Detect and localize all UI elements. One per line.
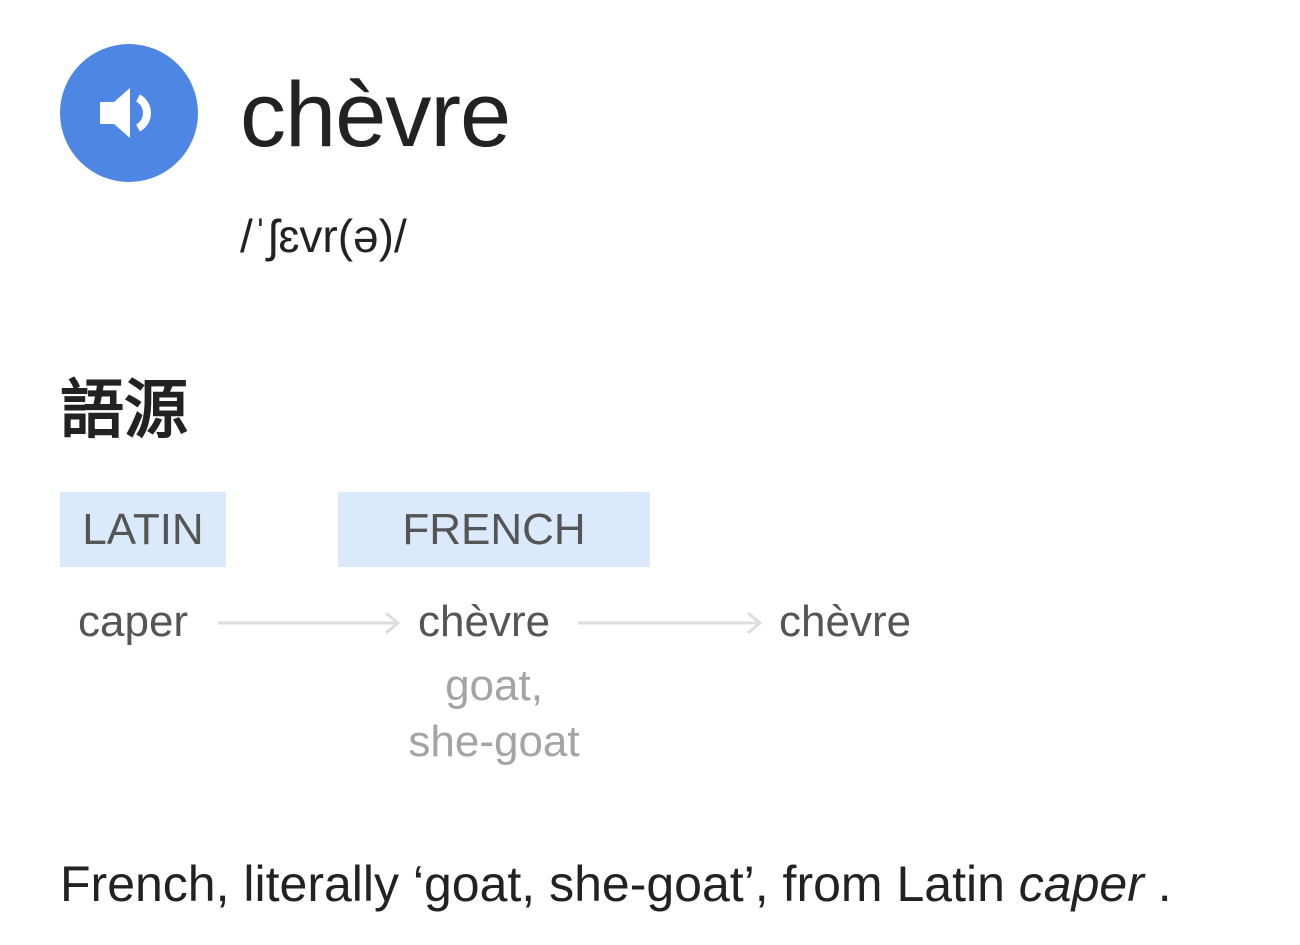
etymology-gloss-line-2: she-goat — [408, 717, 580, 766]
origin-definition: French, literally ‘goat, she-goat’, from… — [60, 852, 1172, 916]
language-box-french: FRENCH — [338, 492, 650, 567]
etymology-word-latin: caper — [78, 597, 189, 646]
section-title-origin: 語源 — [60, 374, 188, 446]
language-label-latin: LATIN — [82, 504, 204, 554]
arrow-right-icon — [578, 611, 763, 635]
play-pronunciation-button[interactable] — [60, 44, 198, 182]
pronunciation: /ˈʃɛvr(ə)/ — [240, 210, 407, 262]
speaker-icon — [100, 88, 151, 138]
language-box-latin: LATIN — [60, 492, 226, 567]
etymology-word-result: chèvre — [779, 597, 912, 646]
etymology-word-french: chèvre — [418, 597, 551, 646]
definition-end: . — [1143, 856, 1172, 912]
headword: chèvre — [240, 64, 511, 166]
etymology-gloss-line-1: goat, — [445, 661, 543, 710]
language-label-french: FRENCH — [402, 504, 586, 554]
definition-source-word: caper — [1018, 856, 1144, 912]
definition-text: French, literally ‘goat, she-goat’, from… — [60, 856, 1019, 912]
arrow-right-icon — [218, 611, 401, 635]
